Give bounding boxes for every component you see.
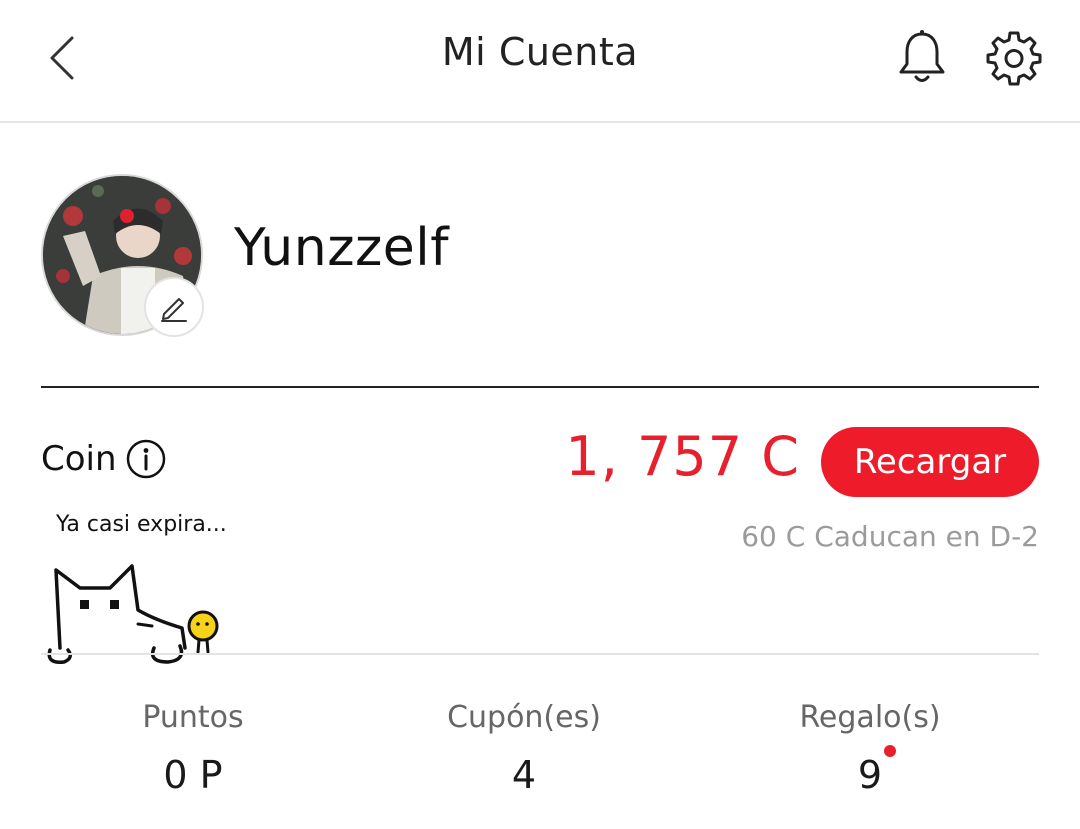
pencil-icon: [161, 298, 187, 322]
coin-label: Coin: [41, 438, 167, 480]
edit-avatar-button[interactable]: [144, 277, 204, 337]
stat-value: 4: [511, 753, 537, 797]
coin-label-text: Coin: [41, 439, 117, 479]
stat-points[interactable]: Puntos 0 P: [63, 700, 323, 797]
divider: [41, 653, 1039, 655]
divider: [41, 386, 1039, 388]
expire-tag: Ya casi expira...: [56, 512, 227, 537]
info-icon[interactable]: [125, 438, 167, 480]
notification-dot: [884, 745, 897, 757]
stat-gifts[interactable]: Regalo(s) 9: [740, 700, 1000, 797]
stat-coupons[interactable]: Cupón(es) 4: [394, 700, 654, 797]
account-page: Mi Cuenta Yunzzelf Coin 1, 757 C Recarga…: [0, 0, 1080, 829]
top-bar: Mi Cuenta: [0, 0, 1080, 123]
gear-icon: [986, 31, 1042, 86]
username: Yunzzelf: [234, 218, 450, 278]
recharge-button[interactable]: Recargar: [821, 427, 1039, 497]
coin-balance: 1, 757 C: [565, 425, 800, 488]
mascot-illustration: [47, 564, 219, 664]
notifications-button[interactable]: [895, 28, 949, 88]
stat-label: Regalo(s): [799, 700, 941, 735]
avatar[interactable]: [41, 174, 205, 338]
stat-label: Puntos: [142, 700, 244, 735]
stat-value-wrap: 9: [857, 745, 897, 797]
stat-value: 9: [857, 753, 883, 797]
expire-note: 60 C Caducan en D-2: [741, 520, 1039, 553]
stat-label: Cupón(es): [447, 700, 601, 735]
settings-button[interactable]: [984, 28, 1044, 88]
stat-value: 0 P: [163, 753, 223, 797]
bell-icon: [899, 30, 945, 82]
